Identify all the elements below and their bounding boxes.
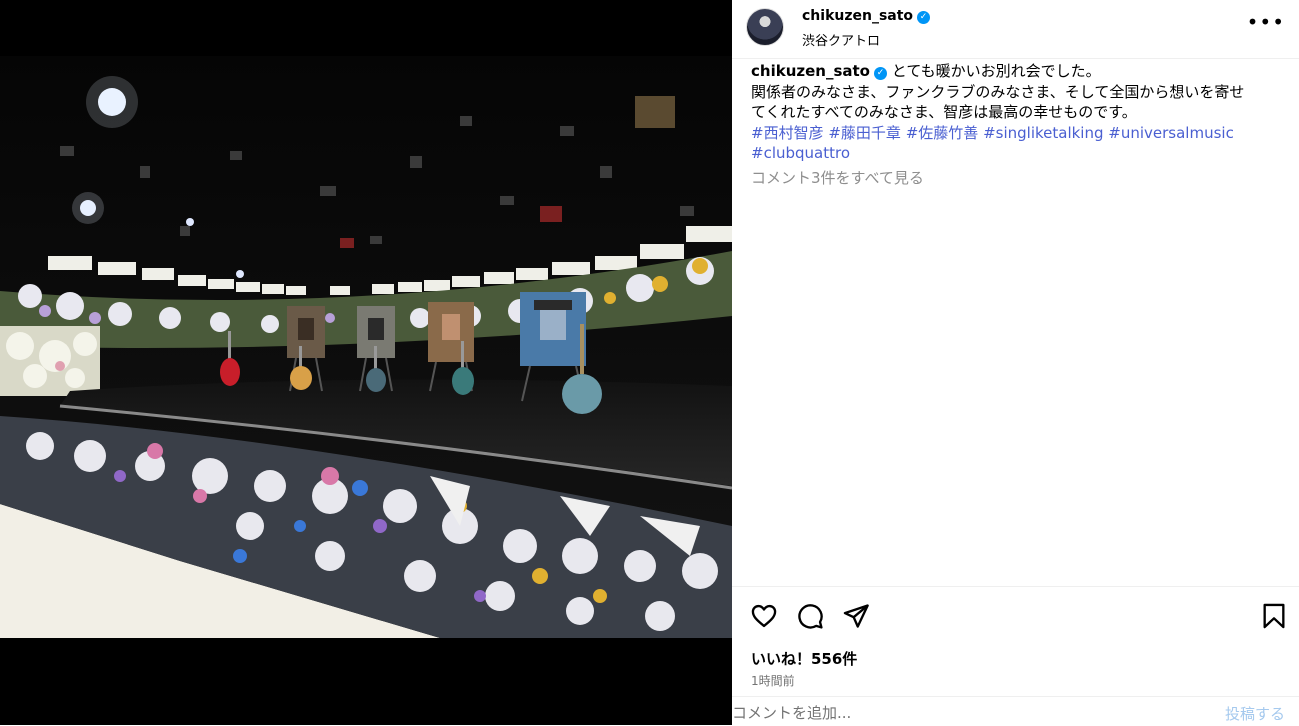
- verified-badge-icon: ✓: [873, 67, 887, 80]
- post-media[interactable]: [0, 0, 732, 725]
- caption-line-1: とても暖かいお別れ会でした。: [891, 62, 1101, 80]
- post-caption: chikuzen_sato ✓ とても暖かいお別れ会でした。 関係者のみなさま、フ…: [751, 61, 1281, 164]
- action-bar: [732, 586, 1299, 647]
- send-icon[interactable]: [842, 602, 870, 630]
- hashtag-link[interactable]: #clubquattro: [751, 144, 850, 162]
- post-location[interactable]: 渋谷クアトロ: [802, 30, 880, 49]
- comment-input[interactable]: [732, 702, 1202, 724]
- comment-icon[interactable]: [796, 602, 824, 630]
- caption-line-3: てくれたすべてのみなさま、智彦は最高の幸せものです。: [751, 103, 1137, 121]
- hashtag-link[interactable]: #佐藤竹善: [906, 124, 979, 142]
- hashtag-link[interactable]: #singliketalking: [983, 124, 1103, 142]
- post-username[interactable]: chikuzen_sato ✓: [802, 8, 931, 24]
- hashtag-link[interactable]: #西村智彦: [751, 124, 824, 142]
- like-count[interactable]: いいね！556件: [751, 648, 857, 669]
- comment-composer: 投稿する: [732, 696, 1299, 726]
- more-horizontal-icon[interactable]: •••: [1247, 10, 1285, 34]
- post-timestamp[interactable]: 1時間前: [751, 672, 795, 689]
- view-all-comments-link[interactable]: コメント3件をすべて見る: [751, 167, 924, 188]
- avatar[interactable]: [746, 8, 784, 46]
- caption-line-2: 関係者のみなさま、ファンクラブのみなさま、そして全国から想いを寄せ: [751, 82, 1245, 101]
- hashtag-link[interactable]: #藤田千章: [828, 124, 901, 142]
- post-panel: chikuzen_sato ✓ 渋谷クアトロ ••• chikuzen_sato ✓…: [732, 0, 1299, 725]
- hashtags: #西村智彦 #藤田千章 #佐藤竹善 #singliketalking #univ…: [751, 123, 1281, 164]
- hashtag-link[interactable]: #universalmusic: [1108, 124, 1234, 142]
- bookmark-icon[interactable]: [1260, 602, 1288, 630]
- caption-username[interactable]: chikuzen_sato: [751, 62, 870, 80]
- verified-badge-icon: ✓: [917, 11, 931, 24]
- heart-icon[interactable]: [750, 602, 778, 630]
- post-header: chikuzen_sato ✓ 渋谷クアトロ •••: [732, 0, 1299, 59]
- post-photo: [0, 56, 732, 638]
- post-comment-button[interactable]: 投稿する: [1225, 703, 1285, 724]
